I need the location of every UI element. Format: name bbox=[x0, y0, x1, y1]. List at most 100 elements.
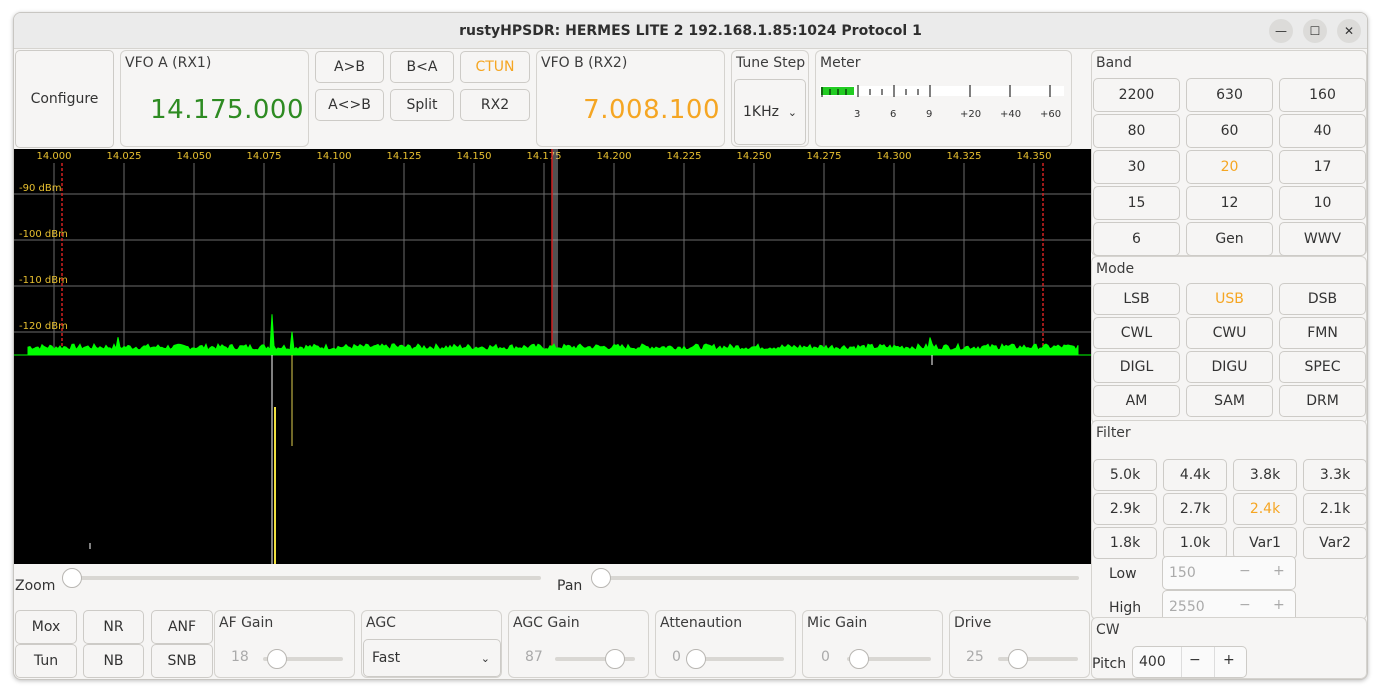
mode-button[interactable]: FMN bbox=[1279, 317, 1366, 349]
band-button[interactable]: 160 bbox=[1279, 78, 1366, 112]
minus-icon[interactable]: − bbox=[1239, 597, 1251, 613]
mode-button[interactable]: SPEC bbox=[1279, 351, 1366, 383]
mode-button[interactable]: CWL bbox=[1093, 317, 1180, 349]
attenuation-slider-handle[interactable] bbox=[686, 649, 706, 669]
mode-button[interactable]: AM bbox=[1093, 385, 1180, 417]
freq-tick-label: 14.125 bbox=[387, 151, 422, 162]
minus-icon[interactable]: − bbox=[1189, 652, 1201, 668]
agc-dropdown[interactable]: Fast ⌄ bbox=[363, 639, 501, 677]
filter-button[interactable]: 4.4k bbox=[1163, 459, 1227, 491]
band-button[interactable]: WWV bbox=[1279, 222, 1366, 256]
band-button[interactable]: 630 bbox=[1186, 78, 1273, 112]
filter-low-spinner[interactable]: 150 − + bbox=[1162, 556, 1296, 590]
zoom-slider-track[interactable] bbox=[69, 576, 541, 580]
af-gain-slider-handle[interactable] bbox=[267, 649, 287, 669]
mox-button[interactable]: Mox bbox=[15, 610, 77, 644]
freq-tick-label: 14.350 bbox=[1017, 151, 1052, 162]
mode-button[interactable]: DSB bbox=[1279, 283, 1366, 315]
agc-gain-slider-handle[interactable] bbox=[605, 649, 625, 669]
band-frame: Band 2200 630 160 80 60 40 30 20 17 15 12 10 6 Gen WWV bbox=[1091, 50, 1367, 256]
a-swap-b-button[interactable]: A<>B bbox=[315, 89, 384, 121]
band-button[interactable]: 30 bbox=[1093, 150, 1180, 184]
agc-gain-label: AGC Gain bbox=[513, 615, 580, 631]
drive-slider-handle[interactable] bbox=[1008, 649, 1028, 669]
freq-tick-label: 14.250 bbox=[737, 151, 772, 162]
freq-tick-label: 14.100 bbox=[317, 151, 352, 162]
band-button[interactable]: Gen bbox=[1186, 222, 1273, 256]
pan-slider-track[interactable] bbox=[594, 576, 1079, 580]
filter-button[interactable]: Var2 bbox=[1303, 527, 1367, 559]
drive-label: Drive bbox=[954, 615, 992, 631]
mode-button[interactable]: DIGL bbox=[1093, 351, 1180, 383]
mode-button[interactable]: USB bbox=[1186, 283, 1273, 315]
band-button[interactable]: 80 bbox=[1093, 114, 1180, 148]
plus-icon[interactable]: + bbox=[1223, 652, 1235, 668]
title-bar[interactable]: rustyHPSDR: HERMES LITE 2 192.168.1.85:1… bbox=[14, 13, 1367, 49]
ctun-button[interactable]: CTUN bbox=[460, 51, 530, 83]
mic-gain-slider-handle[interactable] bbox=[849, 649, 869, 669]
band-button[interactable]: 15 bbox=[1093, 186, 1180, 220]
rx2-button[interactable]: RX2 bbox=[460, 89, 530, 121]
anf-button[interactable]: ANF bbox=[151, 610, 213, 644]
mode-button[interactable]: CWU bbox=[1186, 317, 1273, 349]
mode-button[interactable]: DRM bbox=[1279, 385, 1366, 417]
band-button[interactable]: 6 bbox=[1093, 222, 1180, 256]
close-icon[interactable]: ✕ bbox=[1337, 19, 1361, 43]
freq-tick-label: 14.325 bbox=[947, 151, 982, 162]
mode-button[interactable]: LSB bbox=[1093, 283, 1180, 315]
tun-button[interactable]: Tun bbox=[15, 644, 77, 678]
mic-gain-frame: Mic Gain 0 bbox=[802, 610, 943, 678]
cw-pitch-spinner[interactable]: 400 − + bbox=[1132, 646, 1247, 678]
attenuation-frame: Attenaution 0 bbox=[655, 610, 796, 678]
filter-button[interactable]: 5.0k bbox=[1093, 459, 1157, 491]
filter-button[interactable]: 2.9k bbox=[1093, 493, 1157, 525]
a-to-b-button[interactable]: A>B bbox=[315, 51, 384, 83]
pan-slider-handle[interactable] bbox=[591, 568, 611, 588]
vfo-a-frequency[interactable]: 14.175.000 bbox=[150, 95, 304, 125]
dbm-tick-label: -120 dBm bbox=[19, 321, 68, 332]
zoom-slider-handle[interactable] bbox=[62, 568, 82, 588]
filter-button[interactable]: 2.7k bbox=[1163, 493, 1227, 525]
filter-button[interactable]: 2.1k bbox=[1303, 493, 1367, 525]
spectrum-display[interactable]: 14.000 14.025 14.050 14.075 14.100 14.125 14.1… bbox=[14, 149, 1091, 564]
minus-icon[interactable]: − bbox=[1239, 563, 1251, 579]
b-to-a-button[interactable]: B<A bbox=[390, 51, 454, 83]
mode-frame: Mode LSB USB DSB CWL CWU FMN DIGL DIGU SPEC AM SAM… bbox=[1091, 256, 1367, 424]
filter-button[interactable]: Var1 bbox=[1233, 527, 1297, 559]
meter-tick-label: +40 bbox=[1000, 109, 1022, 120]
band-button[interactable]: 60 bbox=[1186, 114, 1273, 148]
nr-button[interactable]: NR bbox=[83, 610, 144, 644]
mode-button[interactable]: SAM bbox=[1186, 385, 1273, 417]
vfo-b-frequency[interactable]: 7.008.100 bbox=[583, 95, 720, 125]
plus-icon[interactable]: + bbox=[1273, 597, 1285, 613]
mode-button[interactable]: DIGU bbox=[1186, 351, 1273, 383]
minimize-icon[interactable]: — bbox=[1269, 19, 1293, 43]
panadapter[interactable]: 14.000 14.025 14.050 14.075 14.100 14.125 14.1… bbox=[14, 149, 1091, 564]
mode-label: Mode bbox=[1096, 261, 1135, 277]
maximize-icon[interactable]: ☐ bbox=[1303, 19, 1327, 43]
freq-tick-label: 14.000 bbox=[37, 151, 72, 162]
filter-button[interactable]: 1.8k bbox=[1093, 527, 1157, 559]
filter-button[interactable]: 3.8k bbox=[1233, 459, 1297, 491]
nb-button[interactable]: NB bbox=[83, 644, 144, 678]
filter-button[interactable]: 2.4k bbox=[1233, 493, 1297, 525]
band-button[interactable]: 2200 bbox=[1093, 78, 1180, 112]
band-button[interactable]: 40 bbox=[1279, 114, 1366, 148]
configure-button[interactable]: Configure bbox=[15, 50, 114, 148]
band-button[interactable]: 12 bbox=[1186, 186, 1273, 220]
af-gain-frame: AF Gain 18 bbox=[214, 610, 355, 678]
tune-step-dropdown[interactable]: 1KHz ⌄ bbox=[734, 79, 806, 145]
band-button[interactable]: 20 bbox=[1186, 150, 1273, 184]
snb-button[interactable]: SNB bbox=[151, 644, 213, 678]
split-button[interactable]: Split bbox=[390, 89, 454, 121]
filter-button[interactable]: 1.0k bbox=[1163, 527, 1227, 559]
plus-icon[interactable]: + bbox=[1273, 563, 1285, 579]
tune-step-frame: Tune Step 1KHz ⌄ bbox=[731, 50, 809, 147]
vfo-b-frame: VFO B (RX2) 7.008.100 bbox=[536, 50, 725, 147]
band-button[interactable]: 10 bbox=[1279, 186, 1366, 220]
af-gain-value: 18 bbox=[231, 649, 249, 665]
app-window: rustyHPSDR: HERMES LITE 2 192.168.1.85:1… bbox=[13, 12, 1368, 680]
filter-passband bbox=[552, 149, 558, 355]
band-button[interactable]: 17 bbox=[1279, 150, 1366, 184]
filter-button[interactable]: 3.3k bbox=[1303, 459, 1367, 491]
